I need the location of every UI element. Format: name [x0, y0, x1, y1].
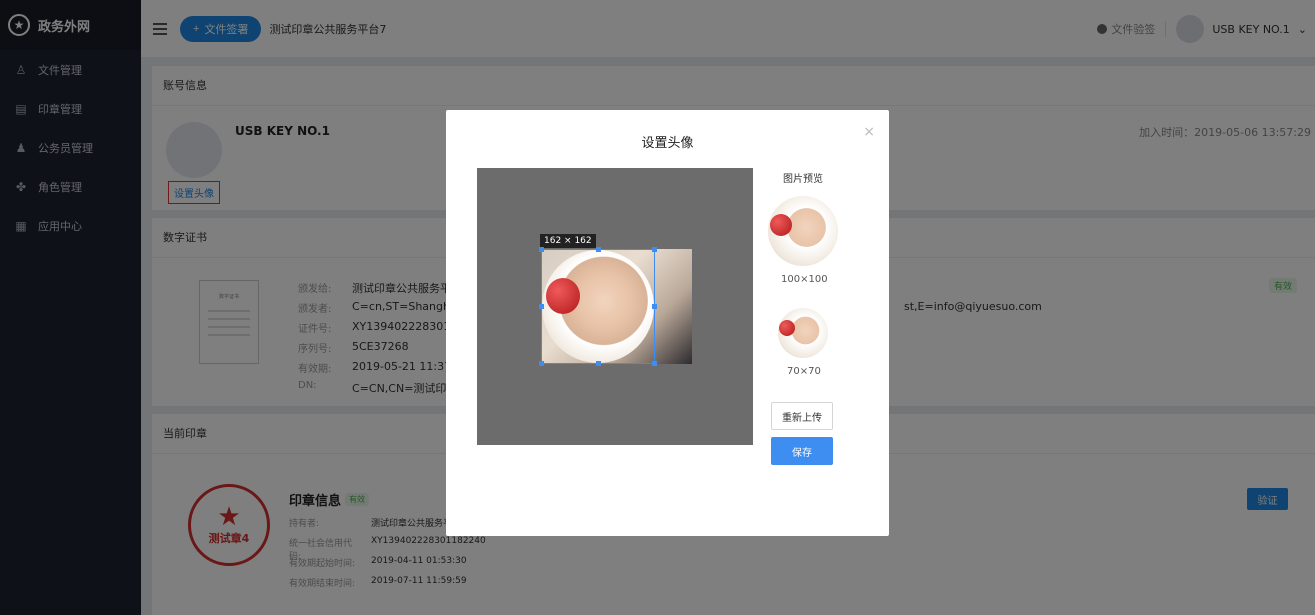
preview-small-size: 70×70 — [787, 366, 821, 377]
preview-large-size: 100×100 — [781, 274, 828, 285]
crop-handle[interactable] — [539, 361, 544, 366]
crop-handle[interactable] — [539, 304, 544, 309]
reupload-button[interactable]: 重新上传 — [771, 402, 833, 430]
crop-handle[interactable] — [652, 361, 657, 366]
close-icon[interactable]: × — [863, 124, 875, 140]
save-button[interactable]: 保存 — [771, 437, 833, 465]
crop-handle[interactable] — [652, 247, 657, 252]
crop-handle[interactable] — [539, 247, 544, 252]
preview-large — [768, 196, 838, 266]
crop-box[interactable] — [539, 247, 657, 366]
crop-area[interactable]: 162 × 162 — [477, 168, 753, 445]
preview-small — [778, 308, 828, 358]
crop-size-tag: 162 × 162 — [540, 234, 596, 248]
crop-handle[interactable] — [596, 361, 601, 366]
preview-label: 图片预览 — [783, 174, 823, 185]
modal-title: 设置头像 — [641, 136, 694, 151]
crop-preview-circle — [542, 250, 654, 363]
crop-handle[interactable] — [596, 247, 601, 252]
set-avatar-modal: 设置头像 × 162 × 162 图片预览 100×100 70×70 重新上传… — [446, 110, 889, 536]
crop-handle[interactable] — [652, 304, 657, 309]
